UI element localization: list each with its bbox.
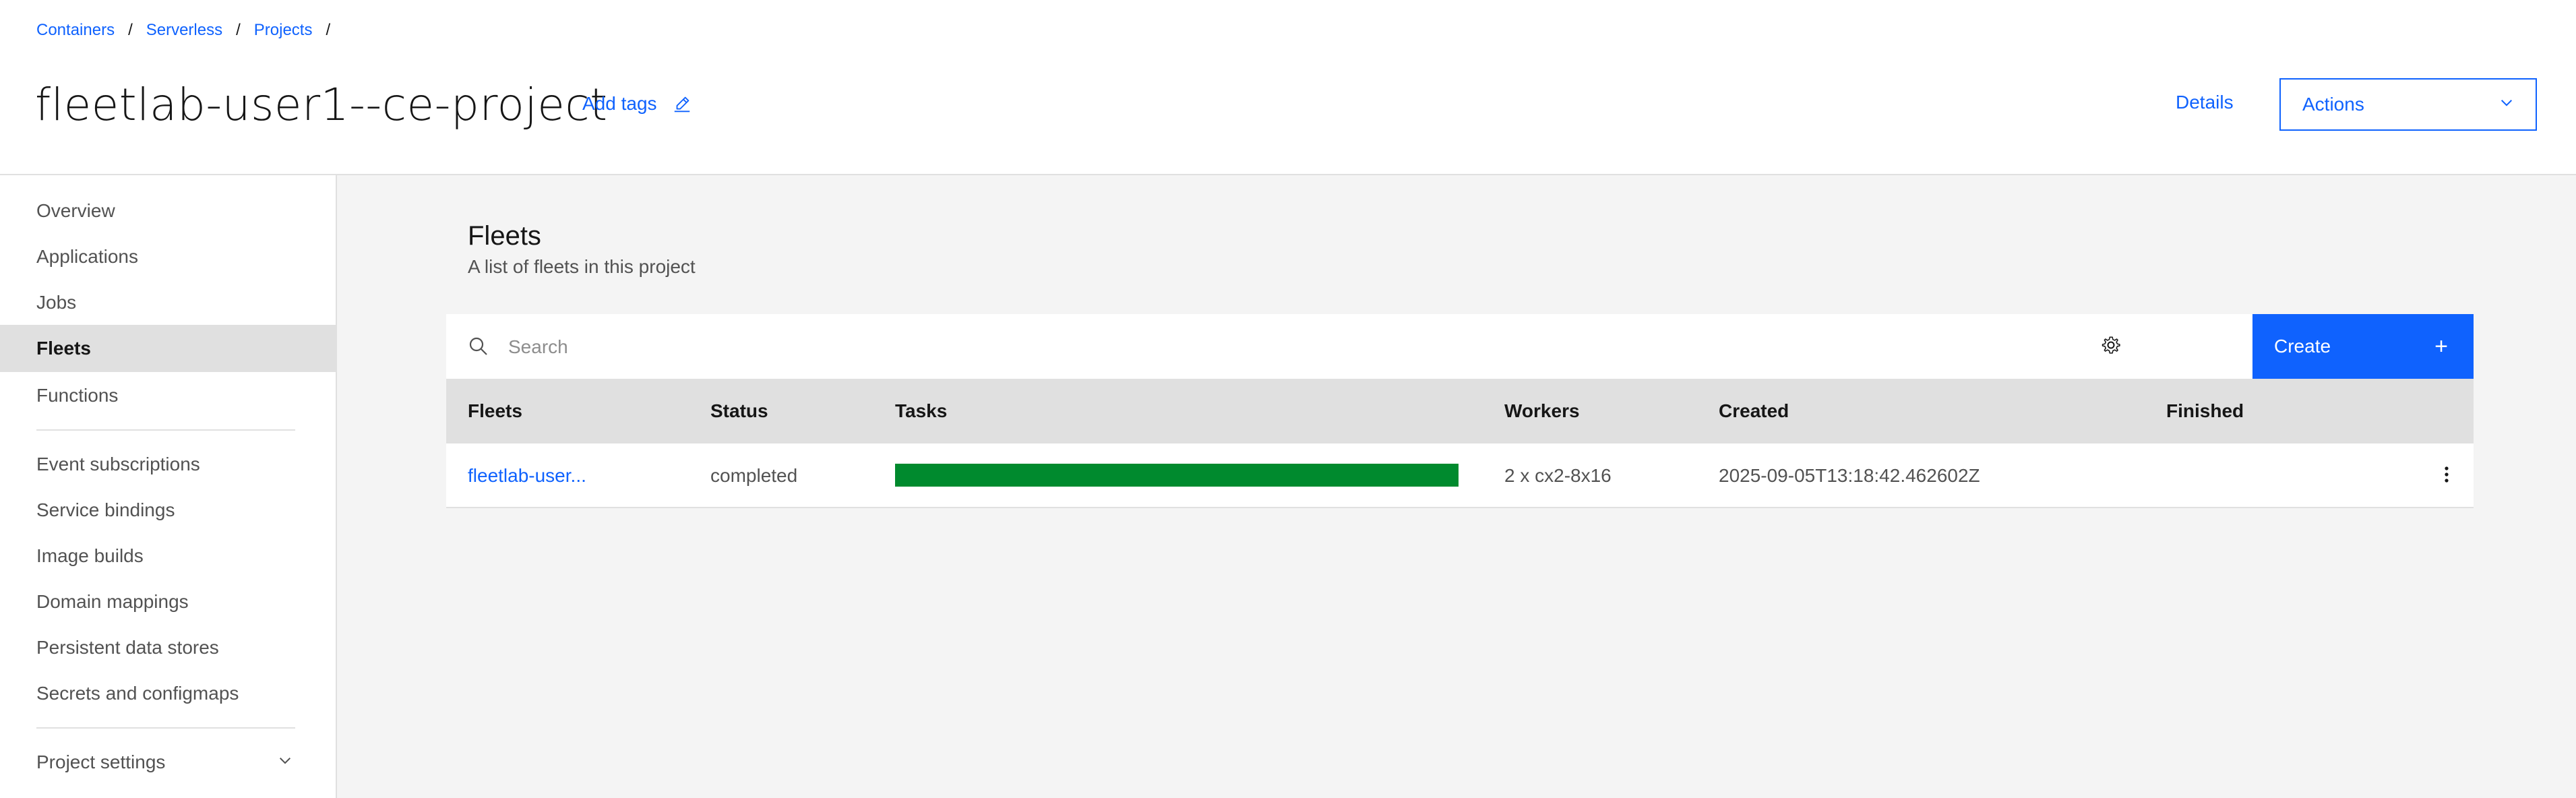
actions-dropdown[interactable]: Actions bbox=[2279, 78, 2537, 131]
page-header: Containers / Serverless / Projects / fle… bbox=[0, 0, 2576, 175]
breadcrumb-separator: / bbox=[326, 21, 331, 39]
sidebar-item-overview[interactable]: Overview bbox=[0, 187, 336, 235]
page-title: fleetlab-user1--ce-project bbox=[35, 79, 608, 131]
sidebar-item-label: Applications bbox=[36, 246, 138, 267]
sidebar-item-service-bindings[interactable]: Service bindings bbox=[0, 487, 336, 534]
sidebar-item-domain-mappings[interactable]: Domain mappings bbox=[0, 578, 336, 625]
main-content: Fleets A list of fleets in this project bbox=[337, 175, 2576, 798]
create-button[interactable]: Create + bbox=[2252, 314, 2474, 379]
section-title: Fleets bbox=[468, 221, 541, 251]
sidebar-item-label: Event subscriptions bbox=[36, 454, 200, 474]
sidebar-item-persistent-data-stores[interactable]: Persistent data stores bbox=[0, 624, 336, 671]
sidebar-item-label: Persistent data stores bbox=[36, 637, 219, 658]
breadcrumb-separator: / bbox=[128, 21, 133, 39]
sidebar-item-label: Fleets bbox=[36, 338, 91, 359]
tasks-progress-bar bbox=[895, 464, 1459, 487]
sidebar-item-event-subscriptions[interactable]: Event subscriptions bbox=[0, 441, 336, 488]
column-header-fleets: Fleets bbox=[468, 400, 522, 421]
fleet-workers: 2 x cx2-8x16 bbox=[1504, 465, 1612, 486]
details-link[interactable]: Details bbox=[2176, 92, 2234, 113]
sidebar-item-project-settings[interactable]: Project settings bbox=[0, 739, 336, 786]
sidebar-item-functions[interactable]: Functions bbox=[0, 372, 336, 419]
breadcrumb-separator: / bbox=[236, 21, 241, 39]
plus-icon: + bbox=[2434, 333, 2448, 359]
sidebar-divider bbox=[36, 429, 295, 431]
row-overflow-menu[interactable] bbox=[2430, 460, 2463, 492]
sidebar-item-fleets[interactable]: Fleets bbox=[0, 325, 336, 372]
fleet-status: completed bbox=[710, 465, 798, 486]
table-settings-button[interactable] bbox=[2079, 314, 2143, 379]
breadcrumb-projects[interactable]: Projects bbox=[254, 21, 313, 40]
sidebar-item-secrets-and-configmaps[interactable]: Secrets and configmaps bbox=[0, 670, 336, 717]
sidebar-item-label: Image builds bbox=[36, 545, 144, 566]
table-toolbar: Create + bbox=[446, 314, 2474, 379]
sidebar-item-label: Secrets and configmaps bbox=[36, 683, 239, 704]
sidebar-item-label: Functions bbox=[36, 385, 119, 406]
sidebar-item-label: Jobs bbox=[36, 292, 77, 313]
sidebar-divider bbox=[36, 727, 295, 729]
column-header-finished: Finished bbox=[2166, 400, 2244, 421]
create-label: Create bbox=[2274, 336, 2331, 357]
fleet-created: 2025-09-05T13:18:42.462602Z bbox=[1719, 465, 1980, 486]
column-header-tasks: Tasks bbox=[895, 400, 948, 421]
breadcrumb-serverless[interactable]: Serverless bbox=[146, 21, 222, 40]
breadcrumb-containers[interactable]: Containers bbox=[36, 21, 115, 40]
table-row: fleetlab-user... completed 2 x cx2-8x16 … bbox=[446, 443, 2474, 508]
table-header: Fleets Status Tasks Workers Created Fini… bbox=[446, 379, 2474, 443]
column-header-workers: Workers bbox=[1504, 400, 1580, 421]
add-tags-button[interactable]: Add tags bbox=[582, 93, 692, 115]
edit-icon bbox=[672, 94, 692, 114]
section-subtitle: A list of fleets in this project bbox=[468, 256, 696, 277]
sidebar-item-label: Service bindings bbox=[36, 499, 175, 520]
gear-icon bbox=[2100, 334, 2122, 359]
sidebar-item-applications[interactable]: Applications bbox=[0, 233, 336, 280]
sidebar-item-label: Project settings bbox=[36, 751, 166, 772]
sidebar-item-label: Overview bbox=[36, 200, 115, 221]
breadcrumb: Containers / Serverless / Projects / bbox=[36, 19, 344, 42]
sidebar-item-image-builds[interactable]: Image builds bbox=[0, 532, 336, 580]
actions-label: Actions bbox=[2302, 94, 2364, 115]
overflow-menu-icon bbox=[2444, 465, 2449, 487]
chevron-down-icon bbox=[2498, 94, 2515, 116]
sidebar: Overview Applications Jobs Fleets Functi… bbox=[0, 175, 337, 798]
add-tags-label: Add tags bbox=[582, 93, 657, 114]
search-icon bbox=[468, 336, 489, 357]
sidebar-item-jobs[interactable]: Jobs bbox=[0, 279, 336, 326]
chevron-down-icon bbox=[276, 751, 294, 774]
tasks-progress-fill bbox=[895, 464, 1459, 487]
page: Containers / Serverless / Projects / fle… bbox=[0, 0, 2576, 798]
column-header-status: Status bbox=[710, 400, 768, 421]
fleets-table: Fleets Status Tasks Workers Created Fini… bbox=[446, 379, 2474, 508]
sidebar-item-label: Domain mappings bbox=[36, 591, 189, 612]
column-header-created: Created bbox=[1719, 400, 1789, 421]
fleet-name-link[interactable]: fleetlab-user... bbox=[468, 443, 586, 508]
search-input[interactable] bbox=[507, 328, 2195, 367]
